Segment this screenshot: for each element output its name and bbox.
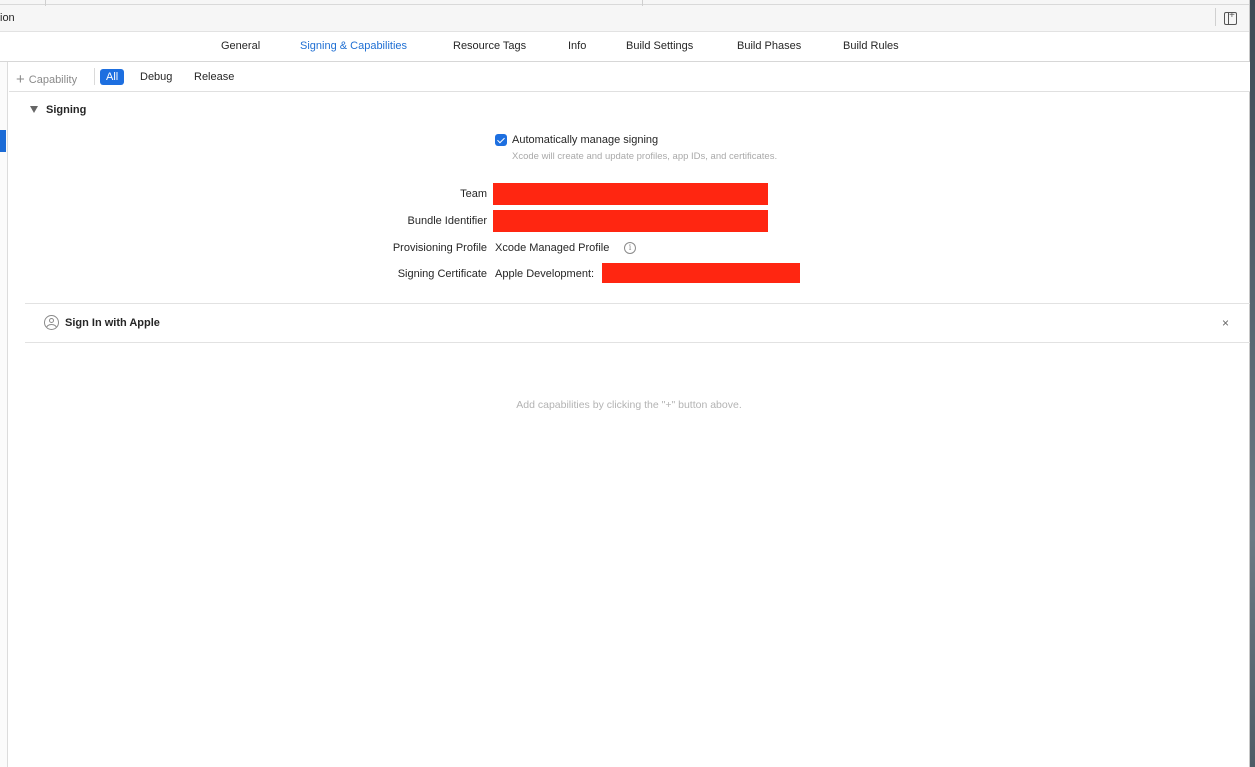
signing-certificate-value: Apple Development:: [495, 268, 595, 280]
capability-toolbar: + Capability All Debug Release: [9, 62, 1250, 92]
sign-in-with-apple-title: Sign In with Apple: [65, 317, 160, 329]
auto-manage-signing-checkbox[interactable]: [495, 134, 507, 146]
team-popup-redacted[interactable]: [493, 183, 768, 205]
desktop-edge: [1250, 0, 1255, 767]
remove-capability-button[interactable]: ×: [1222, 316, 1229, 330]
filter-all[interactable]: All: [100, 69, 125, 85]
person-icon-body: [46, 324, 57, 329]
person-icon-head: [49, 318, 54, 323]
section-divider: [25, 303, 1250, 304]
tab-build-rules[interactable]: Build Rules: [843, 40, 899, 52]
title-bar-crumb: ion: [0, 12, 15, 24]
title-bar-separator: [642, 0, 643, 6]
auto-manage-signing-label: Automatically manage signing: [512, 134, 659, 146]
auto-manage-signing-description: Xcode will create and update profiles, a…: [512, 151, 778, 162]
add-capability-label: Capability: [28, 74, 78, 86]
tab-build-phases[interactable]: Build Phases: [737, 40, 801, 52]
filter-release[interactable]: Release: [188, 69, 240, 85]
section-divider: [25, 342, 1250, 343]
add-capabilities-hint: Add capabilities by clicking the "+" but…: [516, 399, 742, 411]
tab-build-settings[interactable]: Build Settings: [626, 40, 693, 52]
filter-debug[interactable]: Debug: [134, 69, 178, 85]
toolbar-divider: [94, 68, 95, 85]
signing-header-label: Signing: [46, 104, 87, 116]
info-icon[interactable]: i: [624, 242, 636, 254]
tab-general[interactable]: General: [221, 40, 260, 52]
title-bar-separator: [45, 0, 46, 6]
tab-resource-tags[interactable]: Resource Tags: [453, 40, 526, 52]
provisioning-profile-value: Xcode Managed Profile: [495, 242, 610, 254]
title-bar-top-line: [0, 4, 1250, 5]
tab-signing-capabilities[interactable]: Signing & Capabilities: [300, 40, 407, 52]
editor-tab-bar: General Signing & Capabilities Resource …: [0, 32, 1250, 62]
team-label: Team: [460, 188, 487, 200]
target-list-edge: [0, 62, 8, 767]
signing-certificate-label: Signing Certificate: [397, 268, 487, 280]
title-bar-divider: [1215, 8, 1216, 26]
person-icon: [44, 315, 59, 330]
inspector-toggle-icon[interactable]: [1224, 10, 1237, 25]
bundle-identifier-field-redacted[interactable]: [493, 210, 768, 232]
bundle-identifier-label: Bundle Identifier: [407, 215, 488, 227]
add-capability-button[interactable]: + Capability: [16, 70, 78, 88]
disclosure-triangle-icon[interactable]: [30, 106, 38, 113]
title-bar: ion: [0, 0, 1250, 32]
signing-section-header[interactable]: Signing: [30, 104, 86, 116]
provisioning-profile-label: Provisioning Profile: [392, 242, 487, 254]
plus-icon: +: [16, 71, 25, 88]
selected-target-indicator[interactable]: [0, 130, 6, 152]
signing-certificate-redacted: [602, 263, 800, 283]
tab-info[interactable]: Info: [568, 40, 586, 52]
